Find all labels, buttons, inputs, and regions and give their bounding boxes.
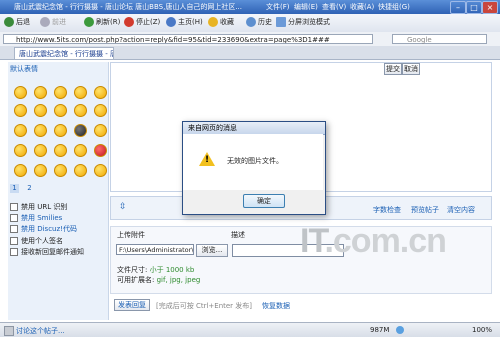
smiley-icon[interactable] <box>74 124 87 137</box>
ok-button[interactable]: 确定 <box>243 194 285 208</box>
menu-favorites[interactable]: 收藏(A) <box>350 2 374 12</box>
smiley-icon[interactable] <box>74 104 87 117</box>
browse-button[interactable]: 浏览... <box>196 244 228 257</box>
smiley-icon[interactable] <box>94 86 107 99</box>
smiley-icon[interactable] <box>34 124 47 137</box>
browser-toolbar: 后退 前进 刷新(R) 停止(Z) 主页(H) 收藏 历史 分屏浏览模式 <box>0 14 500 33</box>
smiley-icon[interactable] <box>54 104 67 117</box>
minimize-icon[interactable]: – <box>450 1 466 14</box>
maximize-icon[interactable]: □ <box>466 1 482 14</box>
warning-icon: ! <box>199 152 215 166</box>
option-disable-smilies[interactable]: 禁用 Smilies <box>10 213 62 223</box>
refresh-button[interactable]: 刷新(R) <box>84 17 120 27</box>
smiley-icon[interactable] <box>74 86 87 99</box>
smiley-icon[interactable] <box>54 124 67 137</box>
shortcut-hint: [完成后可按 Ctrl+Enter 发布] <box>156 302 253 310</box>
smiley-icon[interactable] <box>54 86 67 99</box>
stop-button[interactable]: 停止(Z) <box>124 17 160 27</box>
page-icon <box>4 326 14 336</box>
heart-icon[interactable] <box>94 144 107 157</box>
stop-icon <box>124 17 134 27</box>
option-signature[interactable]: 使用个人签名 <box>10 236 63 246</box>
search-input[interactable]: Google <box>392 34 487 44</box>
smiley-icon[interactable] <box>34 144 47 157</box>
submit-row: 发表回复 [完成后可按 Ctrl+Enter 发布] 恢复数据 <box>110 296 490 312</box>
smiley-icon[interactable] <box>94 124 107 137</box>
checkbox[interactable] <box>10 248 18 256</box>
dialog-message: 无效的图片文件。 <box>227 157 283 165</box>
smilies-tab[interactable]: 默认表情 <box>10 64 90 74</box>
watermark-logo: IT.com.cn <box>300 222 447 260</box>
smiley-icon[interactable] <box>54 164 67 177</box>
page-2-link[interactable]: 2 <box>27 184 31 192</box>
smilies-pager: 1 2 <box>10 184 70 194</box>
home-icon <box>166 17 176 27</box>
smiley-icon[interactable] <box>34 104 47 117</box>
cancel-small-button[interactable]: 取消 <box>402 63 420 75</box>
menu-view[interactable]: 查看(V) <box>322 2 346 12</box>
expand-icon[interactable]: ⇳ <box>119 202 127 212</box>
checkbox[interactable] <box>10 225 18 233</box>
refresh-icon <box>84 17 94 27</box>
memory-indicator: 987M <box>370 326 390 334</box>
menu-file[interactable]: 文件(F) <box>266 2 290 12</box>
attach-column-header: 上传附件 <box>117 231 145 239</box>
smiley-icon[interactable] <box>94 164 107 177</box>
split-icon <box>276 17 286 27</box>
window-title: 唐山武震纪念馆 - 行行摄摄 - 唐山论坛 唐山BBS,唐山人自己的网上社区..… <box>14 3 243 11</box>
split-view-button[interactable]: 分屏浏览模式 <box>276 17 330 27</box>
tab-strip: 唐山武震纪念馆 - 行行摄摄 - 唐... <box>0 46 500 60</box>
status-text[interactable]: 讨论这个帖子... <box>16 326 65 336</box>
smiley-icon[interactable] <box>74 144 87 157</box>
menu-edit[interactable]: 编辑(E) <box>294 2 318 12</box>
clear-link[interactable]: 清空内容 <box>447 205 475 215</box>
forward-button[interactable]: 前进 <box>40 17 66 27</box>
smiley-icon[interactable] <box>34 86 47 99</box>
tab-active[interactable]: 唐山武震纪念馆 - 行行摄摄 - 唐... <box>14 47 114 59</box>
history-button[interactable]: 历史 <box>246 17 272 27</box>
smiley-icon[interactable] <box>14 86 27 99</box>
option-disable-url[interactable]: 禁用 URL 识别 <box>10 202 67 212</box>
wordcount-link[interactable]: 字数检查 <box>373 205 401 215</box>
smiley-icon[interactable] <box>14 144 27 157</box>
size-label: 文件尺寸: 小于 1000 kb <box>117 266 195 274</box>
checkbox[interactable] <box>10 214 18 222</box>
file-path-input[interactable]: F:\Users\Administrator\ <box>116 244 194 255</box>
checkbox[interactable] <box>10 203 18 211</box>
smiley-icon[interactable] <box>14 124 27 137</box>
ext-label: 可用扩展名: gif, jpg, jpeg <box>117 276 201 284</box>
globe-icon <box>396 326 404 334</box>
option-email-notify[interactable]: 接收新回复邮件通知 <box>10 247 84 257</box>
page-1-link[interactable]: 1 <box>10 184 19 193</box>
smiley-icon[interactable] <box>14 164 27 177</box>
home-button[interactable]: 主页(H) <box>166 17 203 27</box>
status-bar: 讨论这个帖子... 987M 100% <box>0 322 500 337</box>
menu-groups[interactable]: 快捷组(G) <box>378 2 410 12</box>
desc-column-header: 描述 <box>231 231 245 239</box>
submit-small-button[interactable]: 提交 <box>384 63 402 75</box>
smiley-icon[interactable] <box>94 104 107 117</box>
clock-icon <box>246 17 256 27</box>
smiley-icon[interactable] <box>74 164 87 177</box>
post-reply-button[interactable]: 发表回复 <box>114 299 150 311</box>
zoom-level[interactable]: 100% <box>472 326 492 334</box>
star-icon <box>208 17 218 27</box>
option-disable-discuz[interactable]: 禁用 Discuz!代码 <box>10 224 77 234</box>
smiley-icon[interactable] <box>34 164 47 177</box>
forward-arrow-icon <box>40 17 50 27</box>
smiley-icon[interactable] <box>14 104 27 117</box>
title-bar: 唐山武震纪念馆 - 行行摄摄 - 唐山论坛 唐山BBS,唐山人自己的网上社区..… <box>0 0 500 14</box>
dialog-body: ! 无效的图片文件。 <box>183 134 323 190</box>
alert-dialog: 来自网页的消息 ! 无效的图片文件。 确定 <box>182 121 326 215</box>
url-input[interactable]: http://www.5its.com/post.php?action=repl… <box>3 34 373 44</box>
restore-data-link[interactable]: 恢复数据 <box>262 301 290 311</box>
back-arrow-icon <box>4 17 14 27</box>
smiley-icon[interactable] <box>54 144 67 157</box>
back-button[interactable]: 后退 <box>4 17 30 27</box>
close-icon[interactable]: × <box>482 1 498 14</box>
checkbox[interactable] <box>10 237 18 245</box>
address-bar: http://www.5its.com/post.php?action=repl… <box>0 32 500 47</box>
favorites-button[interactable]: 收藏 <box>208 17 234 27</box>
preview-link[interactable]: 预览帖子 <box>411 205 439 215</box>
